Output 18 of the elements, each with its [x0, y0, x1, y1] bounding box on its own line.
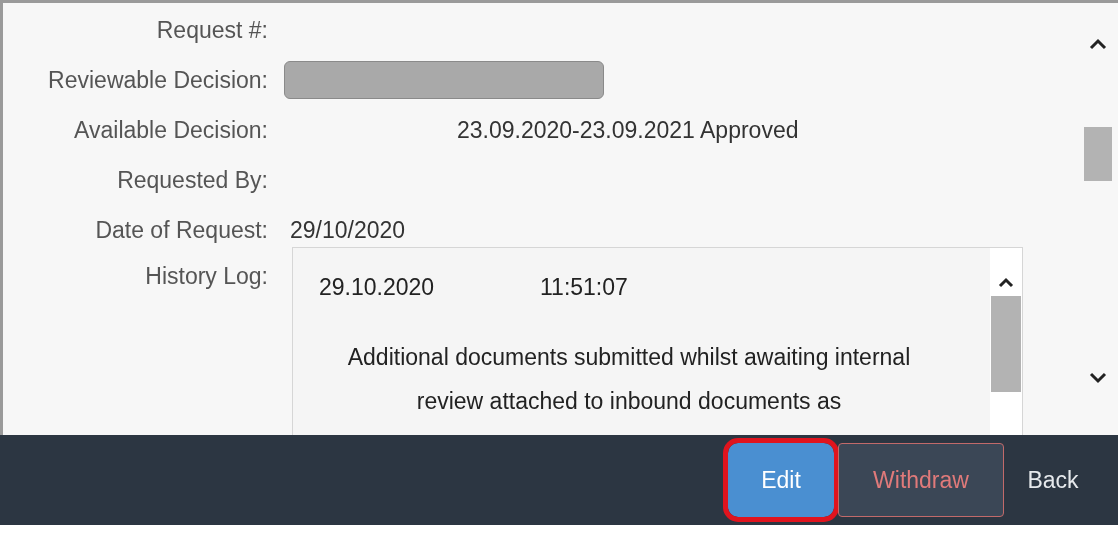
log-date: 29.10.2020: [319, 273, 436, 302]
log-message: Additional documents submitted whilst awaiting internal review attached to inbound documents as: [346, 342, 912, 416]
scroll-thumb[interactable]: [991, 296, 1021, 392]
field-label: Date of Request:: [94, 215, 269, 245]
field-label: Reviewable Decision:: [47, 65, 269, 95]
field-label: Requested By:: [116, 165, 269, 195]
field-value: 29/10/2020: [290, 215, 406, 245]
footer-button[interactable]: Back: [1008, 443, 1098, 517]
log-time: 11:51:07: [540, 273, 628, 302]
scroll-up-icon[interactable]: [1088, 37, 1108, 51]
field-label: Available Decision:: [73, 115, 269, 145]
scroll-down-icon[interactable]: [1088, 371, 1108, 385]
footer-button[interactable]: Withdraw: [838, 443, 1004, 517]
scroll-thumb[interactable]: [1084, 127, 1112, 181]
field-label: History Log:: [144, 262, 269, 291]
field-value: 23.09.2020-23.09.2021 Approved: [457, 115, 799, 145]
scroll-up-icon[interactable]: [997, 276, 1015, 288]
field-label: Request #:: [155, 15, 269, 45]
